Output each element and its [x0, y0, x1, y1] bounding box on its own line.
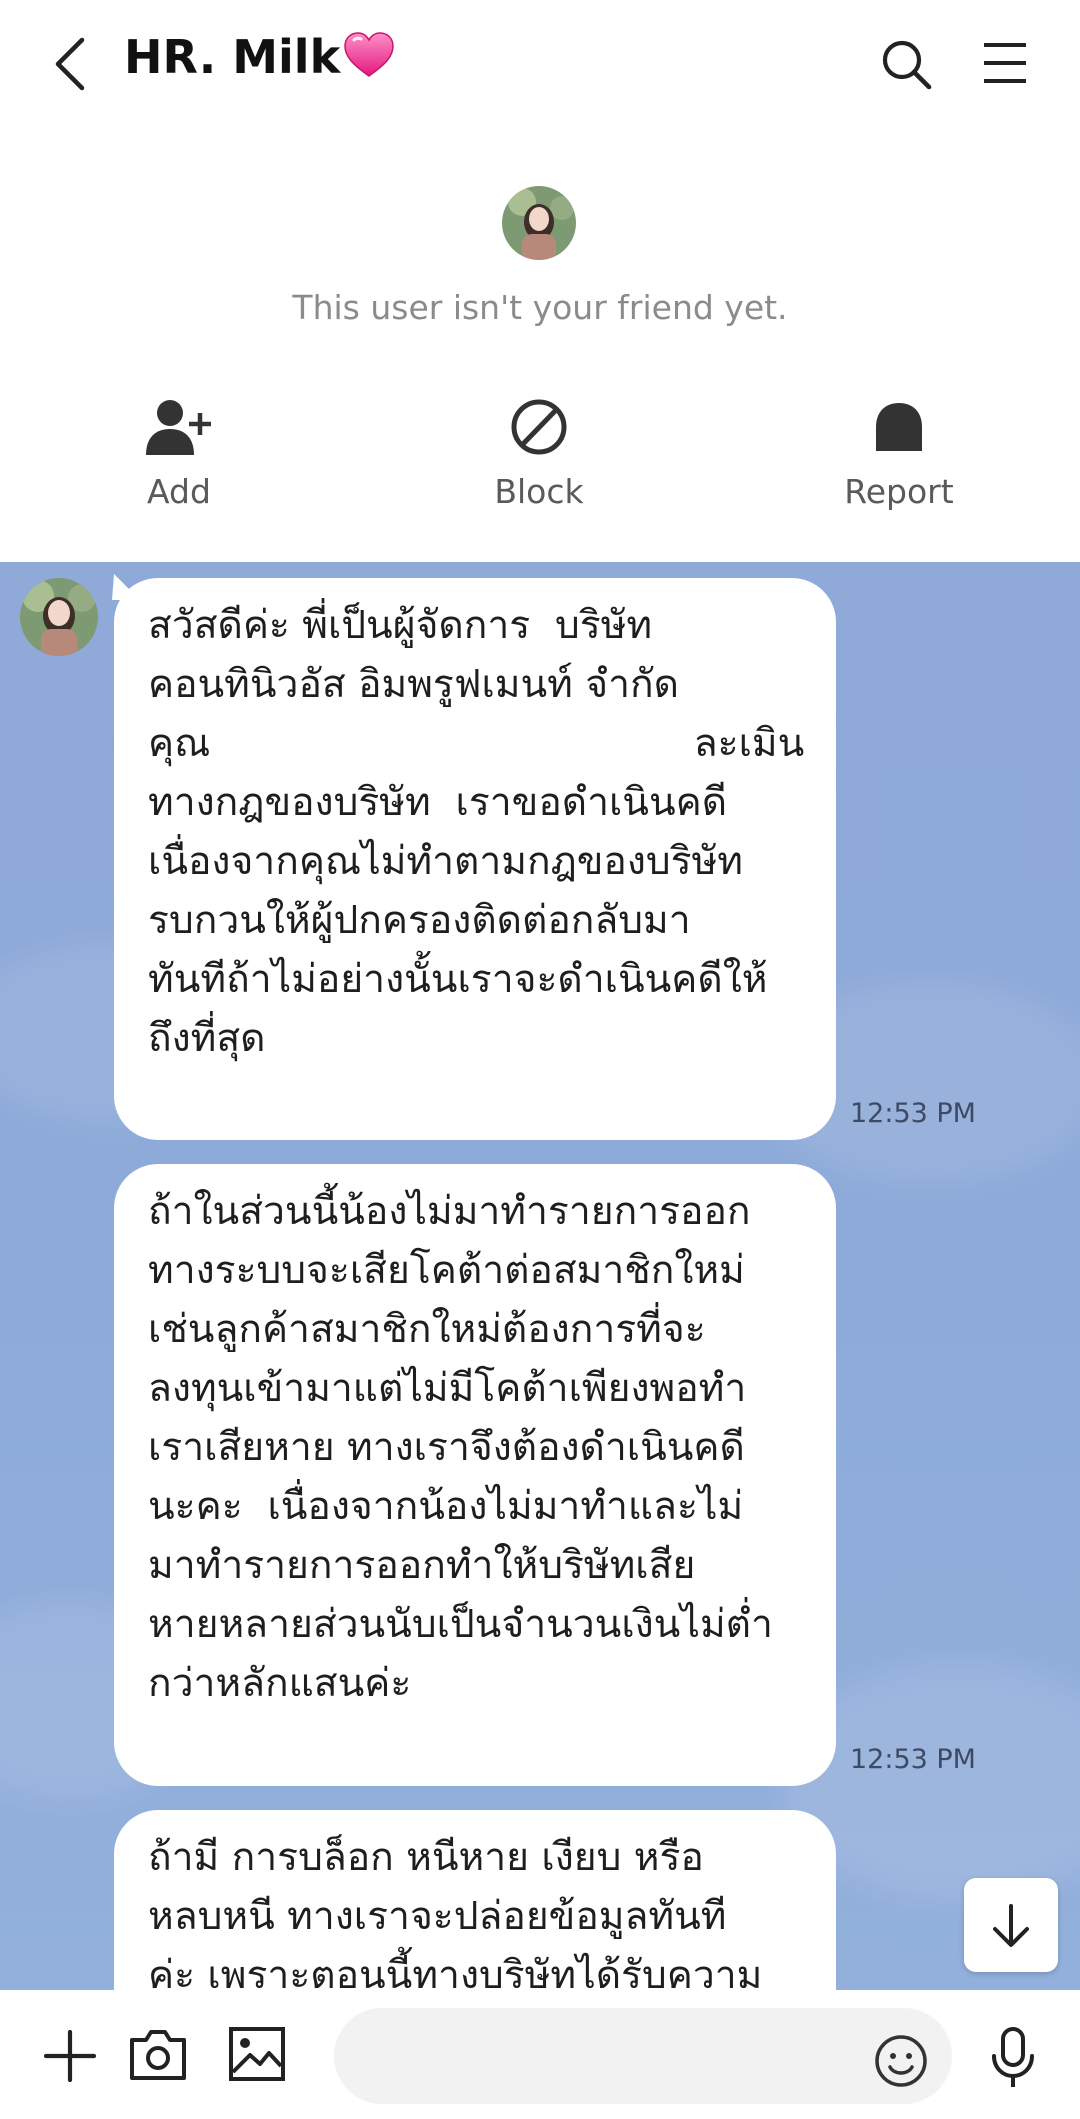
scroll-to-bottom-button[interactable]	[964, 1878, 1058, 1972]
block-button[interactable]: Block	[439, 392, 639, 511]
message-time: 12:53 PM	[850, 1744, 976, 1775]
message-bubble[interactable]: ถ้าในส่วนนี้น้องไม่มาทำรายการออก ทางระบบ…	[114, 1164, 836, 1786]
block-label: Block	[494, 472, 584, 511]
add-friend-label: Add	[147, 472, 211, 511]
chat-title: HR. Milk	[124, 30, 396, 91]
add-friend-icon	[146, 400, 211, 455]
chat-area[interactable]: สวัสดีค่ะ พี่เป็นผู้จัดการ บริษัท คอนทิน…	[0, 562, 1080, 1990]
composer-bar	[0, 1990, 1080, 2119]
message-input[interactable]	[334, 2008, 952, 2104]
profile-avatar[interactable]	[502, 186, 576, 260]
sender-avatar[interactable]	[20, 578, 98, 656]
add-friend-button[interactable]: Add	[79, 392, 279, 511]
search-icon[interactable]	[878, 36, 934, 92]
block-icon	[511, 399, 567, 455]
heart-icon	[342, 30, 396, 91]
message-bubble[interactable]: สวัสดีค่ะ พี่เป็นผู้จัดการ บริษัท คอนทิน…	[114, 578, 836, 1140]
menu-icon[interactable]	[980, 40, 1030, 86]
message-time: 12:53 PM	[850, 1098, 976, 1129]
not-friend-notice: This user isn't your friend yet.	[292, 288, 788, 327]
chat-header: HR. Milk	[0, 0, 1080, 130]
profile-section: This user isn't your friend yet. Add Blo…	[0, 130, 1080, 562]
arrow-down-icon	[993, 1904, 1029, 1947]
emoji-icon[interactable]	[874, 2034, 928, 2088]
contact-name: HR. Milk	[124, 30, 341, 84]
camera-icon[interactable]	[128, 2024, 188, 2084]
report-button[interactable]: Report	[799, 392, 999, 511]
message-bubble[interactable]: ถ้ามี การบล็อก หนีหาย เงียบ หรือ หลบหนี …	[114, 1810, 836, 1990]
image-icon[interactable]	[228, 2026, 286, 2082]
back-arrow-icon[interactable]	[48, 34, 92, 94]
report-label: Report	[844, 472, 954, 511]
report-icon	[876, 403, 922, 451]
microphone-icon[interactable]	[988, 2026, 1038, 2090]
plus-icon[interactable]	[42, 2028, 98, 2084]
